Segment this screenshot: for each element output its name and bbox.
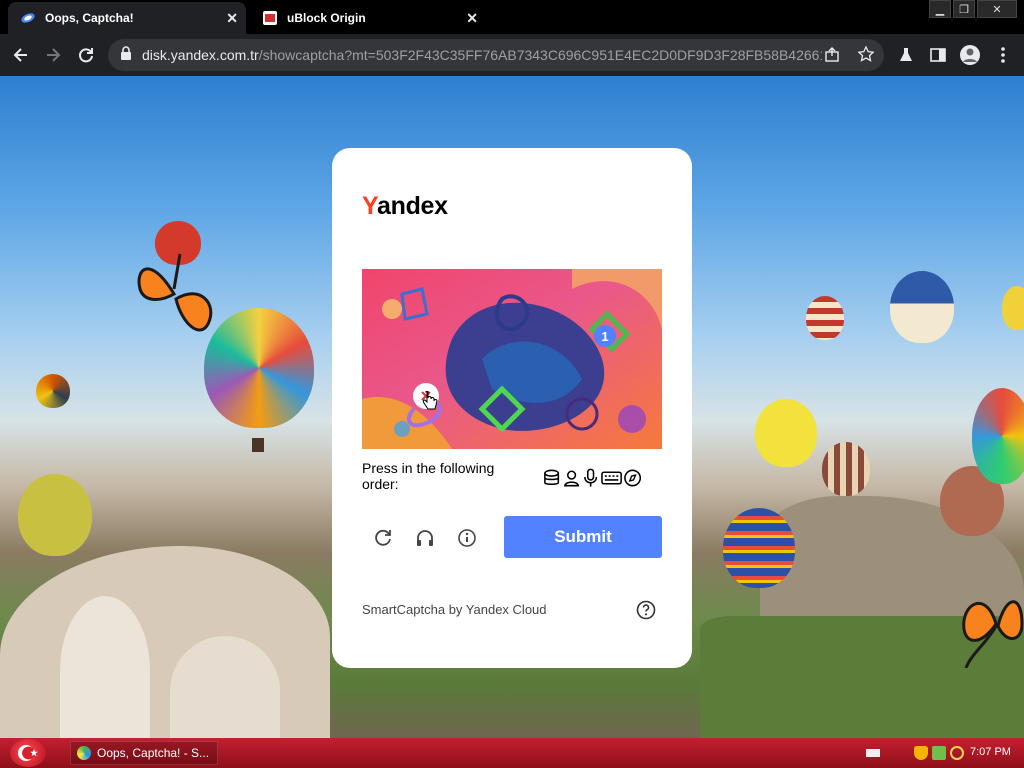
- close-window-button[interactable]: ✕: [977, 0, 1017, 18]
- balloon: [1002, 286, 1024, 330]
- reload-icon: [79, 48, 93, 63]
- balloon-basket: [252, 438, 264, 452]
- balloon: [806, 296, 844, 340]
- flask-icon: [900, 48, 912, 61]
- share-icon[interactable]: [824, 47, 840, 68]
- help-icon: [636, 600, 656, 620]
- db-icon: [544, 469, 560, 486]
- tab-oops-captcha[interactable]: Oops, Captcha! ✕: [8, 2, 246, 34]
- close-tab-icon[interactable]: ✕: [466, 10, 478, 26]
- profile-button[interactable]: [957, 42, 983, 68]
- balloon: [972, 388, 1024, 484]
- reload-button[interactable]: [73, 42, 99, 68]
- balloon: [18, 474, 92, 556]
- ublock-favicon-icon: [262, 10, 278, 26]
- butterfly-icon: [962, 600, 1024, 668]
- balloon: [822, 442, 870, 496]
- keyboard-icon: [600, 471, 622, 485]
- tab-ublock-origin[interactable]: uBlock Origin ✕: [250, 2, 486, 34]
- background-rocks: [170, 636, 280, 738]
- yandex-logo: Yandex: [362, 192, 448, 220]
- arrow-left-icon: [13, 48, 27, 62]
- title-bar: Oops, Captcha! ✕ uBlock Origin ✕ ▁ ❐ ✕: [0, 0, 1024, 34]
- labs-button[interactable]: [893, 42, 919, 68]
- captcha-footer: SmartCaptcha by Yandex Cloud: [362, 602, 547, 617]
- butterfly-icon: [137, 253, 213, 332]
- balloon: [755, 399, 817, 467]
- crescent-star-icon: [18, 745, 38, 761]
- headphones-icon: [417, 530, 433, 546]
- tab-title: Oops, Captcha!: [45, 11, 134, 25]
- forward-button[interactable]: [40, 42, 66, 68]
- network-tray-icon[interactable]: [932, 746, 946, 760]
- taskbar: Oops, Captcha! - S... 7:07 PM: [0, 738, 1024, 768]
- close-tab-icon[interactable]: ✕: [226, 10, 238, 26]
- balloon: [204, 308, 314, 428]
- more-vert-icon: [1001, 47, 1005, 63]
- browser-icon: [77, 746, 91, 760]
- tab-title: uBlock Origin: [287, 11, 366, 25]
- url-text: disk.yandex.com.tr/showcaptcha?mt=503F2F…: [142, 47, 822, 63]
- hand-cursor-icon: [422, 391, 438, 410]
- restore-button[interactable]: ❐: [953, 0, 975, 18]
- taskbar-window-button[interactable]: Oops, Captcha! - S...: [70, 741, 218, 765]
- info-icon: [458, 529, 476, 547]
- star-icon[interactable]: [857, 45, 875, 67]
- back-button[interactable]: [8, 42, 34, 68]
- shield-tray-icon[interactable]: [914, 746, 928, 760]
- arrow-right-icon: [47, 48, 61, 62]
- compass-icon: [623, 469, 641, 487]
- refresh-button[interactable]: [371, 526, 395, 550]
- start-button[interactable]: [10, 739, 46, 767]
- search-tray-icon[interactable]: [950, 746, 964, 760]
- help-button[interactable]: [636, 600, 656, 620]
- side-panel-icon: [930, 48, 946, 62]
- background-rocks: [60, 596, 150, 738]
- yandex-favicon-icon: [20, 10, 36, 26]
- info-button[interactable]: [455, 526, 479, 550]
- captcha-instruction: Press in the following order:: [362, 460, 495, 492]
- balloon: [723, 508, 795, 588]
- menu-button[interactable]: [990, 42, 1016, 68]
- mic-icon: [584, 468, 598, 487]
- refresh-icon: [375, 529, 391, 546]
- captcha-image[interactable]: 1: [362, 269, 662, 449]
- audio-challenge-button[interactable]: [413, 526, 437, 550]
- minimize-button[interactable]: ▁: [929, 0, 951, 18]
- address-bar[interactable]: disk.yandex.com.tr/showcaptcha?mt=503F2F…: [108, 39, 884, 71]
- order-icons: [542, 468, 642, 490]
- user-icon: [564, 470, 580, 487]
- avatar-icon: [960, 45, 980, 65]
- balloon: [890, 271, 954, 343]
- balloon: [36, 374, 70, 408]
- side-panel-button[interactable]: [925, 42, 951, 68]
- clock: 7:07 PM: [970, 746, 1011, 758]
- selection-marker[interactable]: 1: [594, 325, 616, 347]
- page-background: Yandex 1 Press in the following order: S…: [0, 76, 1024, 738]
- submit-button[interactable]: Submit: [504, 516, 662, 558]
- lock-icon[interactable]: [120, 45, 132, 65]
- captcha-card: Yandex 1 Press in the following order: S…: [332, 148, 692, 668]
- keyboard-tray-icon[interactable]: [866, 749, 880, 757]
- browser-toolbar: disk.yandex.com.tr/showcaptcha?mt=503F2F…: [0, 34, 1024, 76]
- background-rocks: [0, 546, 330, 738]
